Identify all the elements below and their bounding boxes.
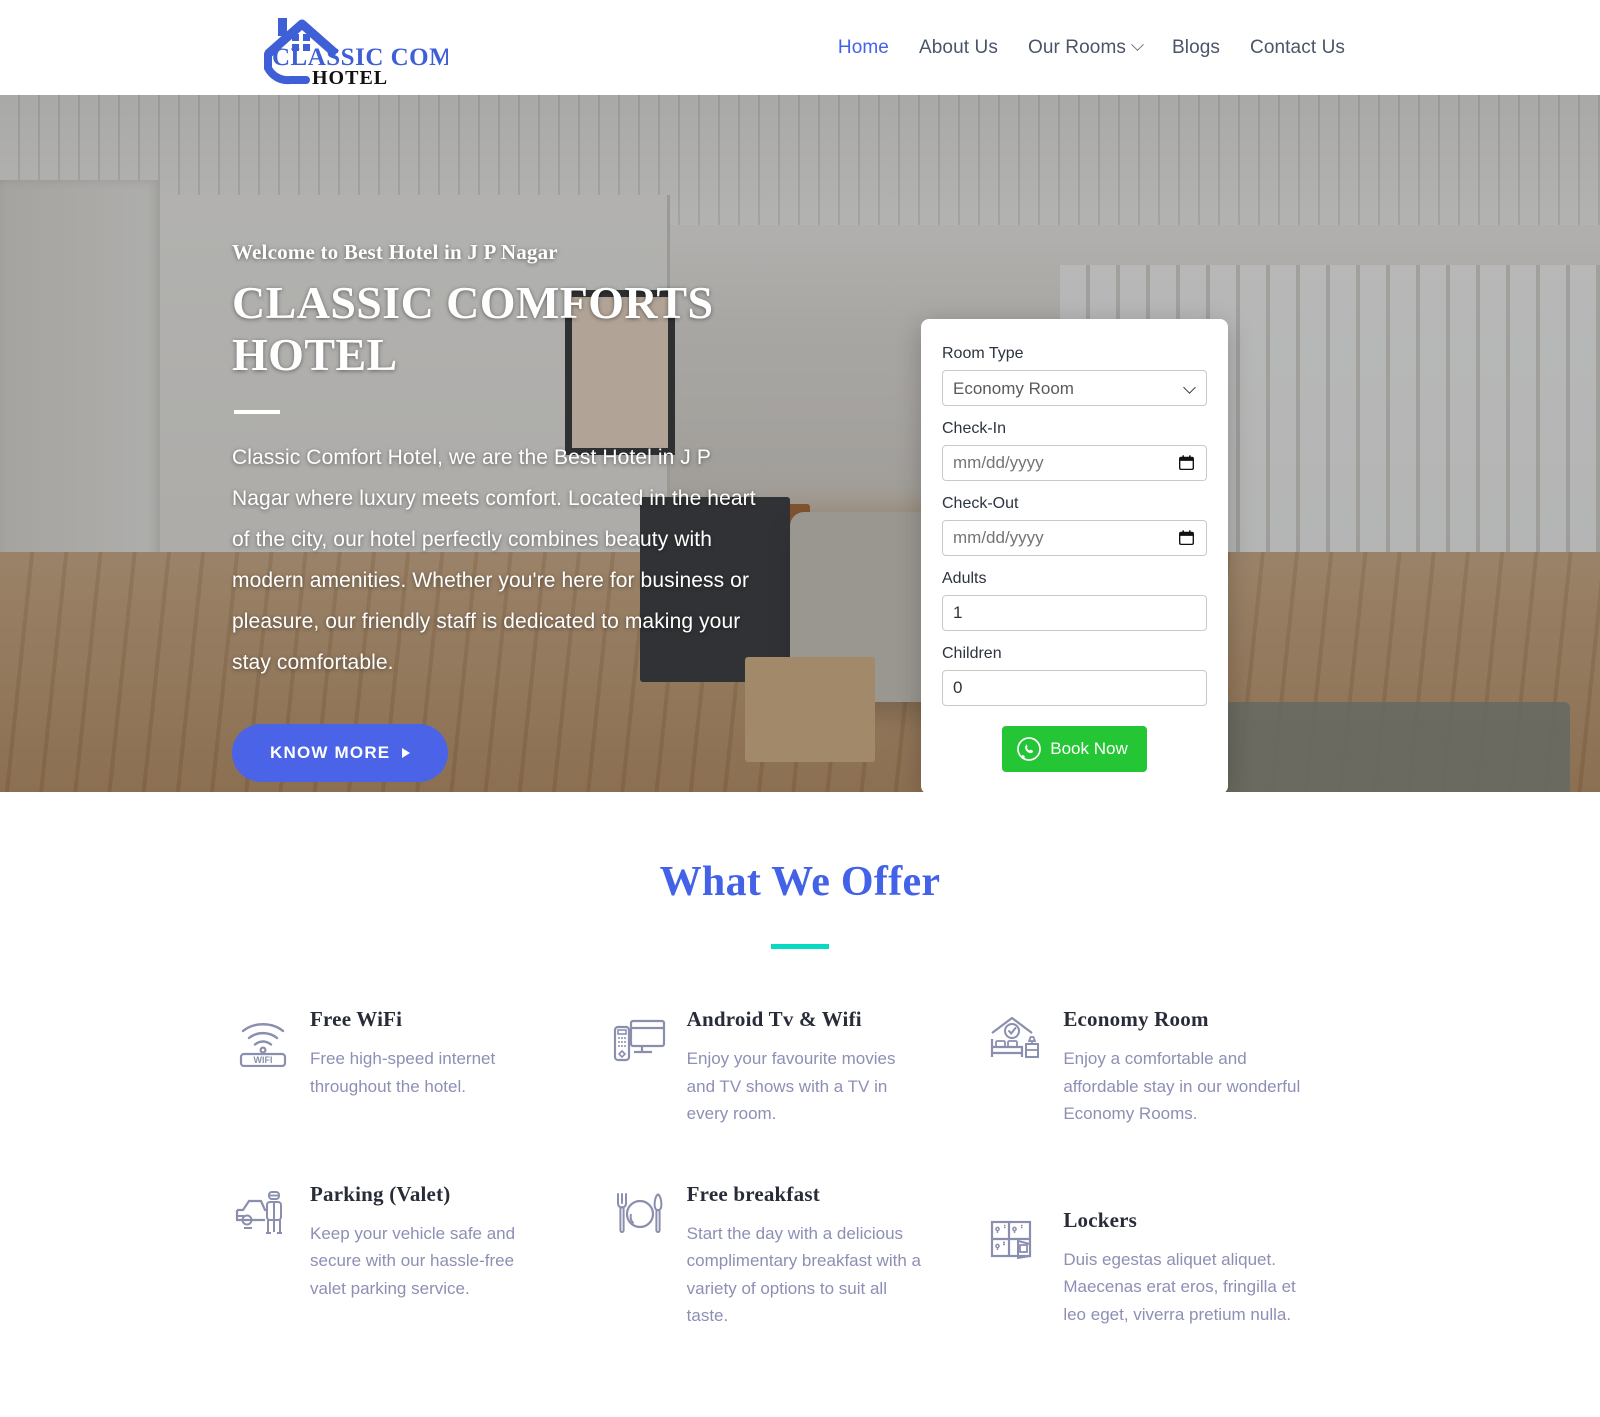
feature-description: Enjoy your favourite movies and TV shows…: [686, 1049, 896, 1124]
feature-description: Start the day with a delicious complimen…: [686, 1223, 921, 1326]
site-logo[interactable]: CLASSIC COMFORTS HOTEL: [240, 6, 450, 90]
hero-eyebrow: Welcome to Best Hotel in J P Nagar: [232, 240, 558, 264]
offers-divider: [771, 944, 829, 949]
nav-item-our-rooms[interactable]: Our Rooms: [1027, 36, 1144, 59]
check-in-input[interactable]: [942, 445, 1207, 481]
nav-label: Home: [837, 36, 889, 58]
nav-item-home[interactable]: Home: [838, 37, 889, 59]
feature-free-wifi: WIFI Free WiFi Free high-speed internet …: [235, 1007, 612, 1128]
know-more-button[interactable]: KNOW MORE: [232, 723, 449, 782]
whatsapp-icon: [1017, 737, 1042, 761]
arrow-right-icon: [402, 747, 411, 758]
nav-item-blogs[interactable]: Blogs: [1172, 37, 1220, 59]
check-out-wrapper: [942, 520, 1207, 556]
wifi-icon: WIFI: [239, 1023, 287, 1067]
check-out-input[interactable]: [942, 520, 1207, 556]
hero-section: Welcome to Best Hotel in J P Nagar CLASS…: [0, 95, 1600, 792]
valet-parking-icon: [235, 1190, 282, 1234]
cutlery-icon: [616, 1192, 663, 1233]
room-type-select[interactable]: Economy Room: [942, 370, 1207, 406]
feature-lockers: Lockers Duis egestas aliquet aliquet. Ma…: [988, 1208, 1365, 1330]
feature-description: Duis egestas aliquet aliquet. Maecenas e…: [1063, 1249, 1296, 1324]
room-type-label: Room Type: [942, 345, 1024, 362]
features-grid: WIFI Free WiFi Free high-speed internet …: [235, 1007, 1365, 1330]
hero-divider: [234, 410, 280, 415]
nav-label: Our Rooms: [1027, 36, 1126, 58]
nav-label: Blogs: [1171, 36, 1221, 58]
svg-text:WIFI: WIFI: [254, 1055, 273, 1065]
feature-title: Free breakfast: [686, 1181, 820, 1206]
feature-economy-room: Economy Room Enjoy a comfortable and aff…: [988, 1007, 1365, 1128]
book-now-row: Book Now: [942, 726, 1207, 772]
hero-title: CLASSIC COMFORTS HOTEL: [232, 277, 714, 380]
feature-title: Parking (Valet): [310, 1181, 451, 1206]
feature-title: Economy Room: [1063, 1007, 1209, 1031]
children-label: Children: [942, 645, 1002, 662]
nav-item-contact-us[interactable]: Contact Us: [1250, 37, 1345, 59]
lockers-icon: [991, 1220, 1032, 1259]
check-in-wrapper: [942, 445, 1207, 481]
nav-item-about-us[interactable]: About Us: [919, 37, 998, 59]
site-header: CLASSIC COMFORTS HOTEL Home About Us Our…: [0, 0, 1600, 95]
hotel-logo-icon: CLASSIC COMFORTS HOTEL: [264, 18, 448, 88]
know-more-label: KNOW MORE: [270, 742, 391, 762]
adults-label: Adults: [942, 570, 987, 587]
feature-title: Lockers: [1063, 1207, 1138, 1232]
book-now-label: Book Now: [1050, 739, 1128, 758]
feature-android-tv: Android Tv & Wifi Enjoy your favourite m…: [612, 1007, 989, 1128]
adults-input[interactable]: [942, 595, 1207, 631]
hero-paragraph: Classic Comfort Hotel, we are the Best H…: [232, 446, 756, 674]
nav-label: About Us: [918, 36, 998, 58]
check-in-label: Check-In: [942, 420, 1007, 437]
feature-description: Enjoy a comfortable and affordable stay …: [1063, 1049, 1301, 1124]
feature-parking-valet: Parking (Valet) Keep your vehicle safe a…: [235, 1182, 612, 1330]
children-input[interactable]: [942, 670, 1207, 706]
feature-title: Free WiFi: [310, 1007, 403, 1031]
feature-title: Android Tv & Wifi: [686, 1007, 862, 1031]
feature-free-breakfast: Free breakfast Start the day with a deli…: [612, 1182, 989, 1330]
offers-title: What We Offer: [659, 859, 941, 905]
main-navigation: Home About Us Our Rooms Blogs Contact Us: [838, 37, 1345, 59]
check-out-label: Check-Out: [942, 495, 1019, 512]
feature-description: Free high-speed internet throughout the …: [310, 1049, 496, 1096]
logo-name-line2: HOTEL: [312, 67, 388, 88]
bed-room-icon: [991, 1016, 1040, 1058]
tv-remote-icon: [613, 1019, 665, 1062]
nav-label: Contact Us: [1250, 36, 1345, 58]
what-we-offer-section: What We Offer WIFI Free WiFi Free high-s…: [0, 792, 1600, 1330]
booking-form-card: Room Type Economy Room Check-In Check-Ou…: [921, 319, 1228, 792]
chevron-down-icon: [1131, 38, 1144, 52]
feature-description: Keep your vehicle safe and secure with o…: [310, 1223, 516, 1298]
book-now-button[interactable]: Book Now: [1002, 726, 1147, 772]
room-type-select-wrapper: Economy Room: [942, 370, 1207, 406]
hero-text-block: Welcome to Best Hotel in J P Nagar CLASS…: [232, 240, 772, 782]
